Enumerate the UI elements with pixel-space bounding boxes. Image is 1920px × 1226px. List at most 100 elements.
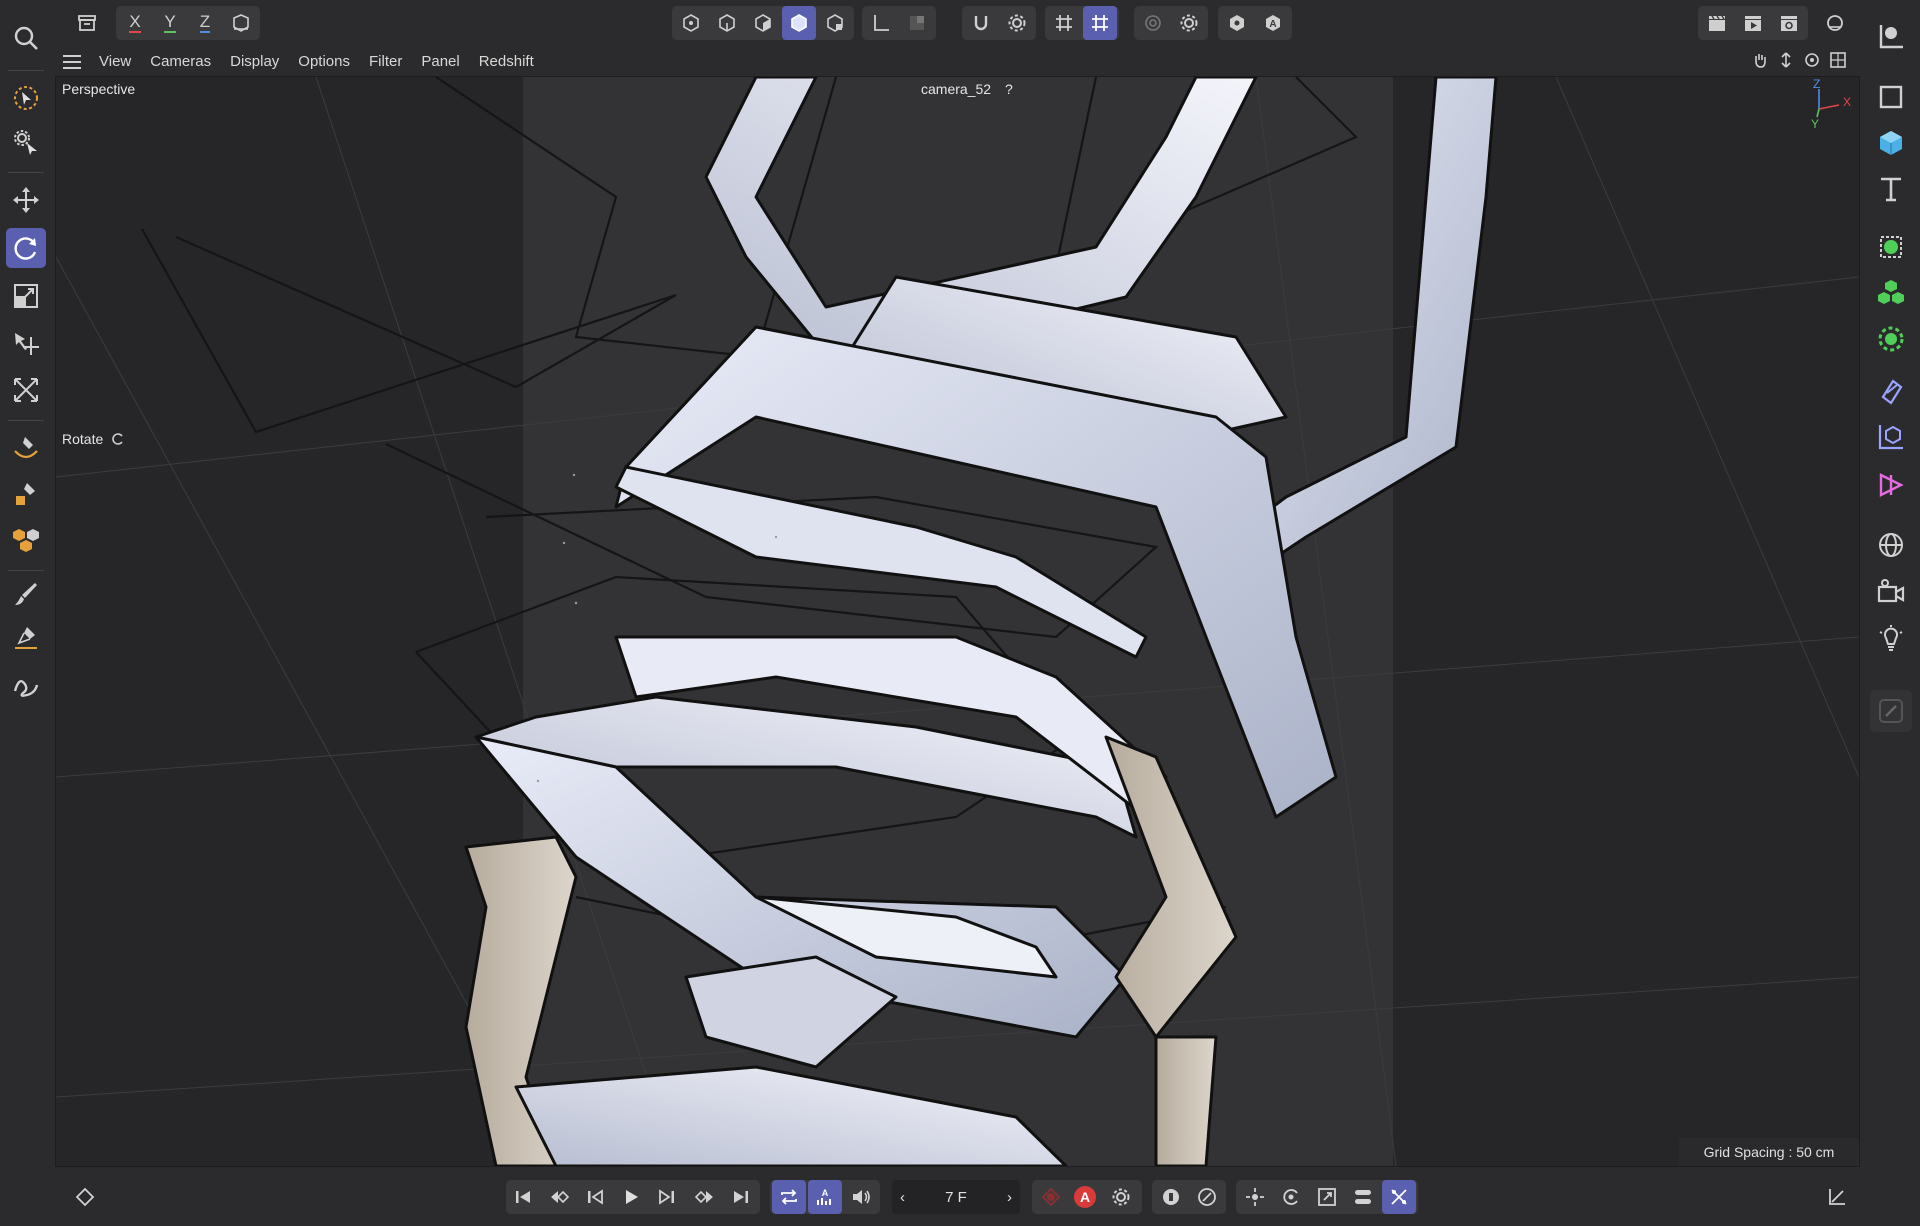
prev-keyframe-button[interactable] — [542, 1180, 576, 1214]
brush-tool-button[interactable] — [6, 574, 46, 614]
render-view-button[interactable] — [1700, 6, 1734, 40]
autokey-button[interactable]: A — [1068, 1180, 1102, 1214]
record-settings-button[interactable] — [1104, 1180, 1138, 1214]
camera-button[interactable] — [1870, 572, 1912, 614]
key-rotation-button[interactable] — [1274, 1180, 1308, 1214]
maximize-view-icon[interactable] — [1830, 52, 1846, 68]
move-tool-button[interactable] — [6, 180, 46, 220]
clapper-play-icon — [1745, 16, 1761, 31]
orbit-icon[interactable] — [1804, 52, 1820, 68]
sketch-tool-button[interactable] — [6, 474, 46, 514]
texture-mode-button[interactable] — [900, 6, 934, 40]
selection-tool-button[interactable] — [6, 78, 46, 118]
snap-button[interactable] — [964, 6, 998, 40]
key-scale-button[interactable] — [1310, 1180, 1344, 1214]
light-button[interactable] — [1870, 618, 1912, 660]
axis-mode-button[interactable] — [864, 6, 898, 40]
model-mode-button[interactable] — [782, 6, 816, 40]
camera-name-bar[interactable]: camera_52 ? — [921, 81, 1013, 97]
viewport-perspective[interactable]: Perspective camera_52 ? Rotate Z X Y Gri… — [55, 76, 1860, 1167]
workplane-button[interactable] — [1083, 6, 1117, 40]
render-settings-button[interactable] — [1772, 6, 1806, 40]
null-object-button[interactable] — [1870, 16, 1912, 58]
spline-sketch-button[interactable] — [6, 666, 46, 706]
subdivision-button[interactable] — [1870, 226, 1912, 268]
transform-tool-button[interactable] — [6, 324, 46, 364]
grid-icon — [1056, 15, 1072, 31]
render-region-button[interactable] — [70, 6, 104, 40]
autokey-record-icon: A — [1074, 1186, 1096, 1208]
audio-scrub-button[interactable]: A — [808, 1180, 842, 1214]
axis-y-button[interactable]: Y — [153, 6, 187, 40]
tweak-tool-button[interactable] — [6, 122, 46, 162]
polygons-mode-button[interactable] — [746, 6, 780, 40]
key-parameter-button[interactable] — [1346, 1180, 1380, 1214]
axis-z-button[interactable]: Z — [188, 6, 222, 40]
frame-prev-arrow[interactable]: ‹ — [900, 1189, 905, 1206]
rotate-tool-button[interactable] — [6, 228, 46, 268]
menu-redshift[interactable]: Redshift — [479, 53, 534, 70]
redshift-button[interactable] — [1818, 6, 1852, 40]
spline-rectangle-button[interactable] — [1870, 76, 1912, 118]
cloner-tool-button[interactable] — [6, 520, 46, 560]
keyframe-selection-button[interactable] — [1154, 1180, 1188, 1214]
menu-cameras[interactable]: Cameras — [150, 53, 211, 70]
multi-transform-button[interactable] — [6, 370, 46, 410]
auto-switch-button[interactable]: A — [1256, 6, 1290, 40]
render-to-picture-viewer-button[interactable] — [1736, 6, 1770, 40]
play-button[interactable] — [614, 1180, 648, 1214]
next-keyframe-button[interactable] — [688, 1180, 722, 1214]
next-frame-button[interactable] — [650, 1180, 684, 1214]
pen-line-icon — [15, 627, 37, 649]
menu-options[interactable]: Options — [298, 53, 350, 70]
key-pla-button[interactable] — [1382, 1180, 1416, 1214]
search-button[interactable] — [6, 18, 46, 58]
frame-next-arrow[interactable]: › — [1007, 1189, 1012, 1206]
field-button[interactable] — [1870, 416, 1912, 458]
axis-x-button[interactable]: X — [118, 6, 152, 40]
solo-settings-button[interactable] — [1172, 6, 1206, 40]
volume-button[interactable] — [1870, 464, 1912, 506]
environment-button[interactable] — [1870, 524, 1912, 566]
prev-frame-button[interactable] — [578, 1180, 612, 1214]
effector-button[interactable] — [1870, 318, 1912, 360]
tag-button[interactable] — [1870, 690, 1912, 732]
auto-hex-icon: A — [1266, 15, 1280, 31]
hamburger-menu-icon[interactable] — [63, 54, 81, 69]
key-position-button[interactable] — [1238, 1180, 1272, 1214]
text-button[interactable] — [1870, 168, 1912, 210]
viewport-solo-button[interactable] — [1220, 6, 1254, 40]
points-mode-button[interactable] — [674, 6, 708, 40]
deformer-button[interactable] — [1870, 370, 1912, 412]
paint-tool-button[interactable] — [6, 618, 46, 658]
edges-mode-button[interactable] — [710, 6, 744, 40]
pan-hand-icon[interactable] — [1752, 52, 1768, 68]
menu-display[interactable]: Display — [230, 53, 279, 70]
menu-filter[interactable]: Filter — [369, 53, 402, 70]
keyframe-button[interactable] — [68, 1180, 102, 1214]
transform-icon — [15, 333, 39, 355]
sound-button[interactable] — [844, 1180, 878, 1214]
cube-button[interactable] — [1870, 122, 1912, 164]
camera-help-icon[interactable]: ? — [1005, 81, 1013, 97]
mograph-button[interactable] — [1870, 272, 1912, 314]
snap-settings-button[interactable] — [1000, 6, 1034, 40]
timeline-graph-button[interactable] — [1820, 1180, 1854, 1214]
menu-panel[interactable]: Panel — [421, 53, 459, 70]
go-to-end-button[interactable] — [724, 1180, 758, 1214]
grid-button[interactable] — [1047, 6, 1081, 40]
solo-button[interactable] — [1136, 6, 1170, 40]
record-keys-button[interactable] — [1034, 1180, 1068, 1214]
grid-snap-icon — [1092, 15, 1108, 31]
loop-button[interactable] — [772, 1180, 806, 1214]
separator — [8, 172, 44, 173]
dolly-arrows-icon[interactable] — [1778, 52, 1794, 68]
uv-mode-button[interactable] — [818, 6, 852, 40]
coordinate-system-button[interactable] — [224, 6, 258, 40]
scale-tool-button[interactable] — [6, 276, 46, 316]
spline-pen-button[interactable] — [6, 428, 46, 468]
keyframe-interpolation-button[interactable] — [1190, 1180, 1224, 1214]
go-to-start-button[interactable] — [506, 1180, 540, 1214]
menu-view[interactable]: View — [99, 53, 131, 70]
current-frame-field[interactable]: ‹ 7 F › — [892, 1180, 1020, 1214]
